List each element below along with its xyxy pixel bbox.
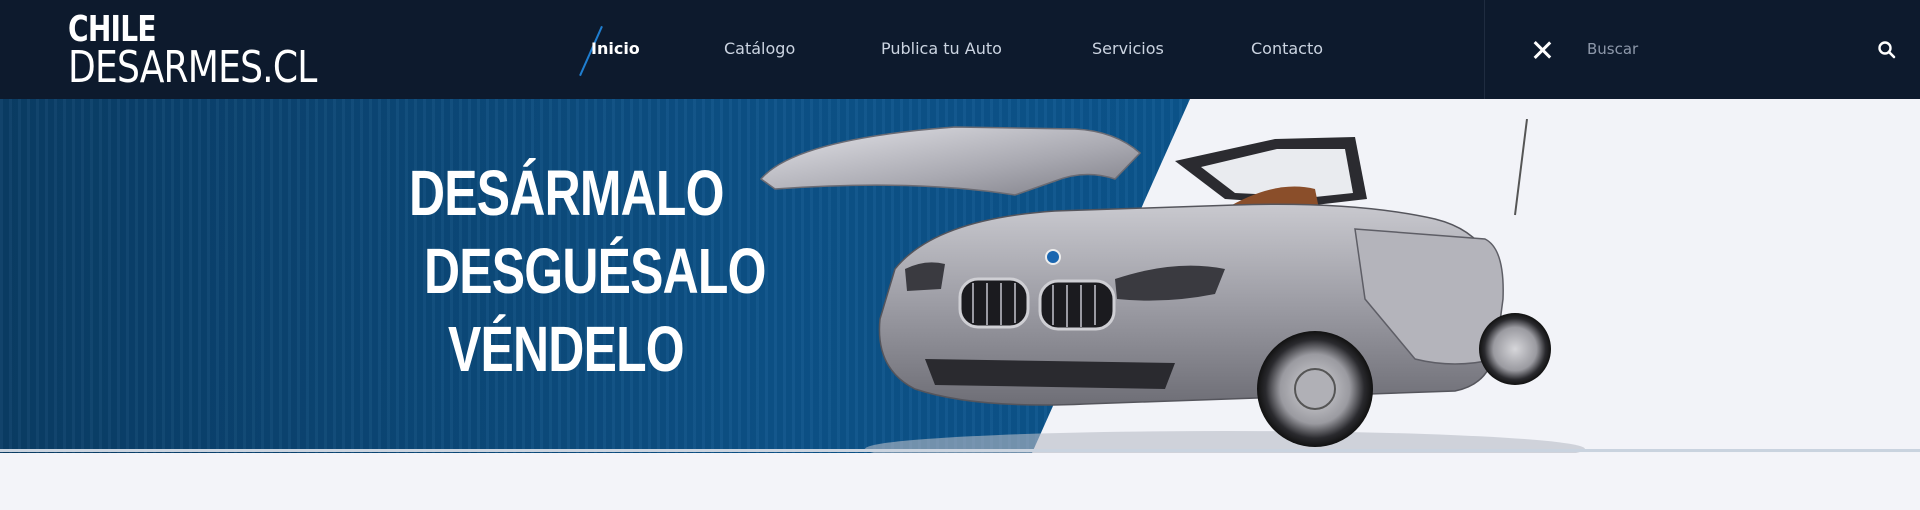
site-logo[interactable]: CHILE DESARMES.CL — [68, 12, 368, 93]
nav-item-contacto[interactable]: Contacto — [1251, 38, 1323, 60]
search-bar — [1484, 0, 1920, 99]
nav-item-publica-tu-auto[interactable]: Publica tu Auto — [881, 38, 1002, 60]
convertible-car-image — [759, 119, 1585, 453]
nav-item-servicios[interactable]: Servicios — [1092, 38, 1164, 60]
top-navbar: CHILE DESARMES.CL Inicio Catálogo Public… — [0, 0, 1920, 99]
search-icon[interactable] — [1877, 40, 1897, 60]
nav-item-inicio[interactable]: Inicio — [591, 38, 640, 60]
hero-banner: DESÁRMALO DESGUÉSALO VÉNDELO — [0, 99, 1920, 453]
hero-bottom-divider — [0, 449, 1920, 452]
logo-line-2: DESARMES.CL — [68, 42, 317, 93]
close-icon[interactable] — [1529, 37, 1555, 63]
slogan-line-3: VÉNDELO — [448, 313, 685, 385]
slogan-line-2: DESGUÉSALO — [424, 235, 766, 307]
nav-item-catalogo[interactable]: Catálogo — [724, 38, 795, 60]
slogan-line-1: DESÁRMALO — [409, 157, 724, 229]
search-input[interactable] — [1587, 32, 1847, 66]
